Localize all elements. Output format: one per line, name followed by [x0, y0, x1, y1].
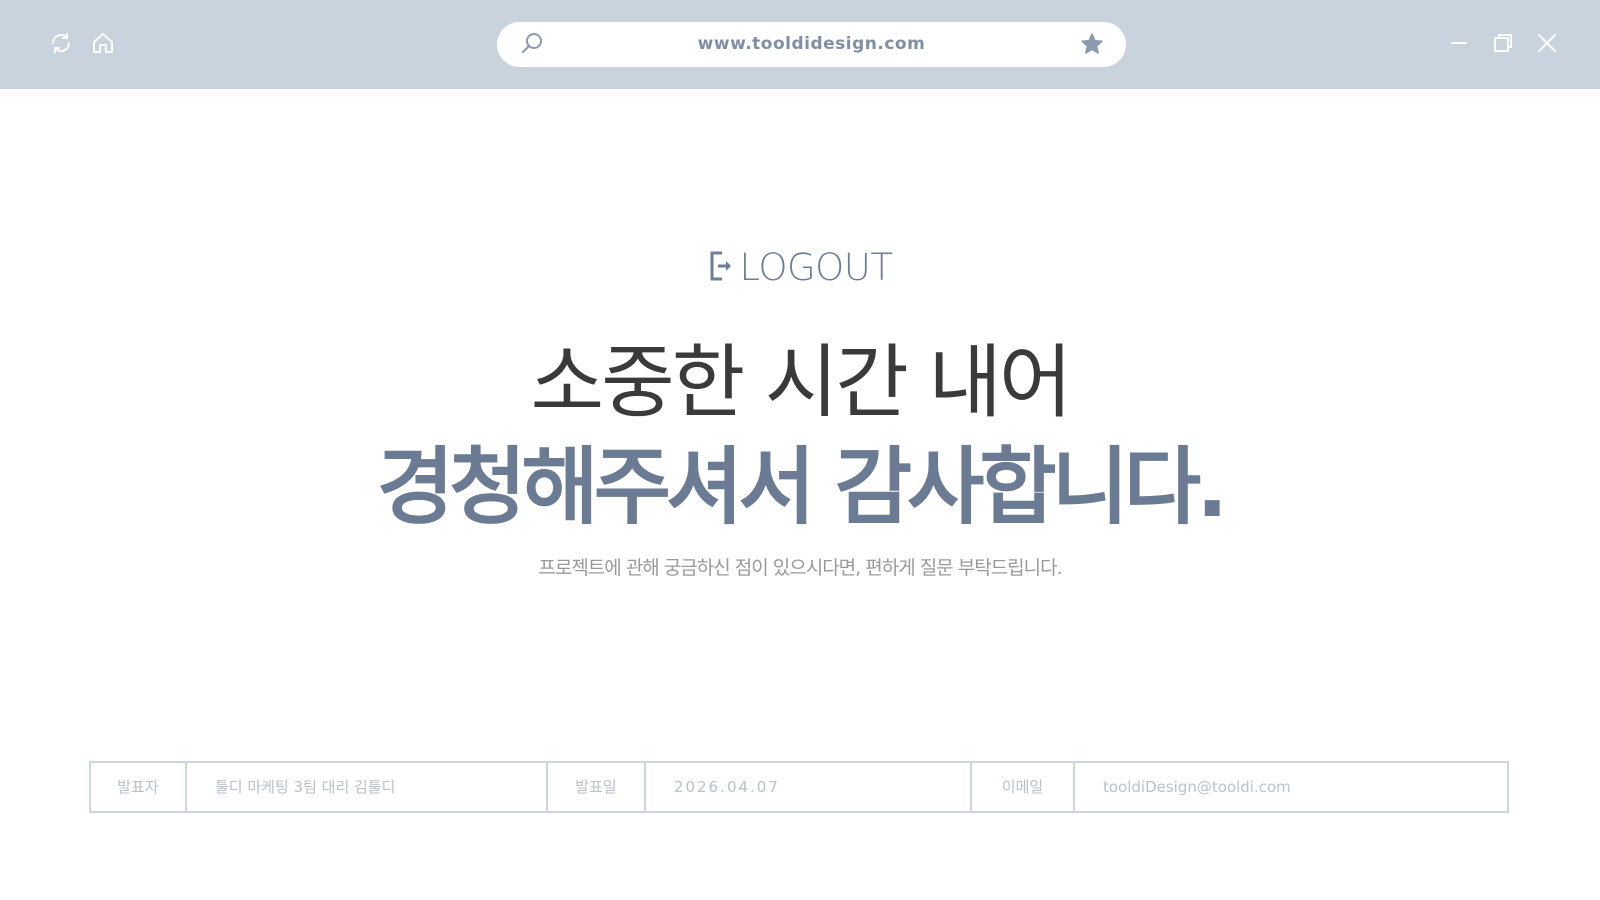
presenter-info-table: 발표자 툴디 마케팅 3팀 대리 김툴디 발표일 2026.04.07 이메일 …	[89, 761, 1509, 813]
presenter-label: 발표자	[91, 763, 187, 811]
email-value: tooldiDesign@tooldi.com	[1103, 778, 1291, 796]
logout-label: LOGOUT	[739, 246, 893, 289]
browser-toolbar: www.tooldidesign.com	[0, 0, 1600, 89]
refresh-icon[interactable]	[48, 30, 74, 56]
home-icon[interactable]	[90, 30, 116, 56]
date-value: 2026.04.07	[646, 763, 972, 811]
star-icon[interactable]	[1080, 32, 1104, 60]
headline-line-2: 경청해주셔서 감사합니다.	[376, 438, 1228, 536]
nav-buttons	[48, 30, 116, 56]
email-label: 이메일	[972, 763, 1075, 811]
subtitle: 프로젝트에 관해 궁금하신 점이 있으시다면, 편하게 질문 부탁드립니다.	[538, 557, 1062, 579]
date-label: 발표일	[548, 763, 646, 811]
presenter-value: 툴디 마케팅 3팀 대리 김툴디	[187, 763, 548, 811]
url-text[interactable]: www.tooldidesign.com	[557, 22, 1066, 67]
headline-line-1: 소중한 시간 내어	[530, 336, 1072, 429]
minimize-icon[interactable]	[1446, 30, 1472, 56]
address-bar[interactable]: www.tooldidesign.com	[497, 22, 1126, 67]
search-icon[interactable]	[519, 31, 545, 61]
close-icon[interactable]	[1534, 30, 1560, 56]
restore-icon[interactable]	[1490, 30, 1516, 56]
window-controls	[1446, 30, 1560, 56]
logout-link[interactable]: LOGOUT	[0, 246, 1600, 289]
logout-icon	[708, 249, 736, 287]
